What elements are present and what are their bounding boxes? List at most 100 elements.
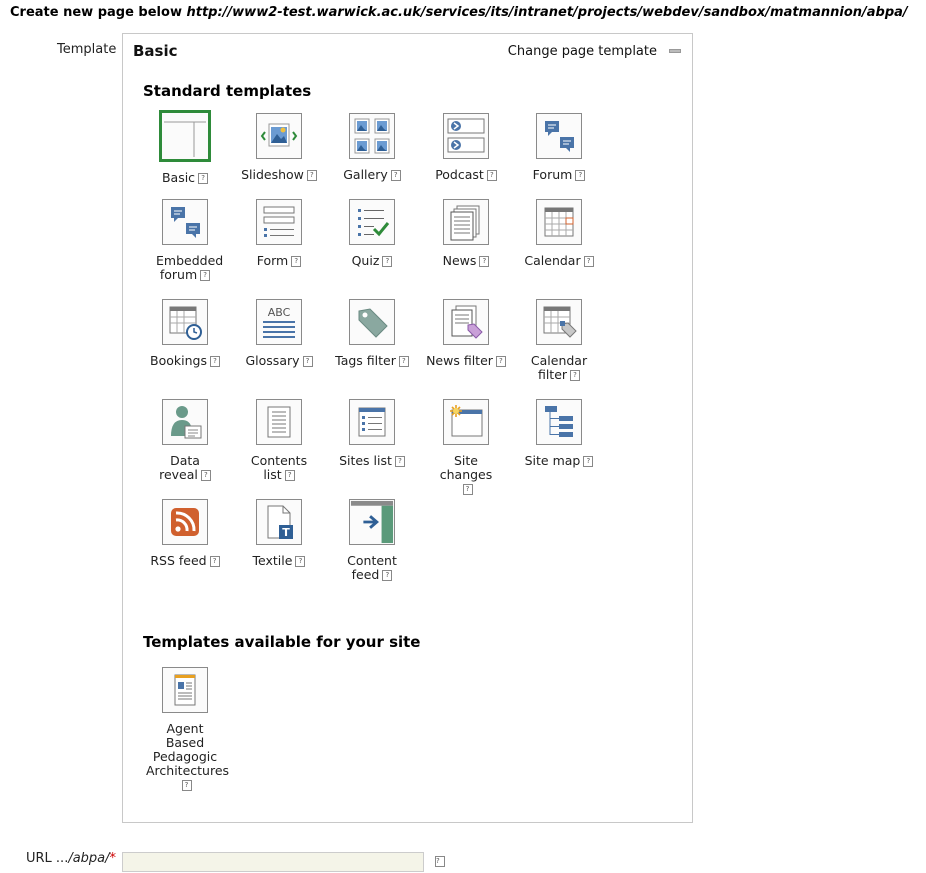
template-label-text: Site map	[524, 453, 581, 468]
collapse-icon[interactable]	[669, 49, 681, 53]
template-label-text: Tags filter	[335, 353, 396, 368]
template-option-label: Tags filter?	[325, 354, 419, 368]
template-option-label: Gallery?	[325, 168, 419, 182]
rss-feed-icon[interactable]	[162, 499, 208, 545]
template-label-text: Site changes	[439, 453, 493, 482]
textile-icon[interactable]: T	[256, 499, 302, 545]
template-option-label: Calendar?	[512, 254, 606, 268]
template-option-label: Agent Based Pedagogic Architectures?	[138, 722, 232, 792]
help-icon[interactable]: ?	[570, 370, 581, 381]
news-filter-icon[interactable]	[443, 299, 489, 345]
template-option[interactable]: Data reveal?	[138, 399, 232, 482]
embedded-forum-icon[interactable]	[162, 199, 208, 245]
help-icon[interactable]: ?	[198, 173, 209, 184]
required-mark: *	[109, 851, 117, 866]
help-icon[interactable]: ?	[291, 256, 302, 267]
template-option[interactable]: ABC Glossary?	[232, 299, 326, 368]
help-icon[interactable]: ?	[209, 356, 220, 367]
help-icon[interactable]: ?	[398, 356, 409, 367]
template-option[interactable]: News?	[419, 199, 513, 268]
news-icon[interactable]	[443, 199, 489, 245]
help-icon[interactable]: ?	[583, 256, 594, 267]
template-label-text: RSS feed	[150, 553, 207, 568]
template-option-label: RSS feed?	[138, 554, 232, 568]
bookings-icon[interactable]	[162, 299, 208, 345]
calendar-icon[interactable]	[536, 199, 582, 245]
help-icon[interactable]: ?	[495, 356, 506, 367]
help-icon[interactable]: ?	[295, 556, 306, 567]
site-template-icon[interactable]	[162, 667, 208, 713]
help-icon[interactable]: ?	[575, 170, 586, 181]
template-option-label: Quiz?	[325, 254, 419, 268]
content-feed-icon[interactable]	[349, 499, 395, 545]
help-icon[interactable]: ?	[302, 356, 313, 367]
template-option[interactable]: Bookings?	[138, 299, 232, 368]
template-option-label: Form?	[232, 254, 326, 268]
help-icon[interactable]: ?	[462, 484, 473, 495]
template-option[interactable]: Embedded forum?	[138, 199, 232, 282]
url-input[interactable]	[122, 852, 424, 872]
url-label: URL .../abpa/*	[26, 851, 117, 866]
quiz-icon[interactable]	[349, 199, 395, 245]
help-icon[interactable]: ?	[284, 470, 295, 481]
template-label-text: Form	[256, 253, 289, 268]
help-icon[interactable]: ?	[583, 456, 594, 467]
help-icon[interactable]: ?	[306, 170, 317, 181]
template-label-text: Embedded forum	[156, 253, 224, 282]
template-option-label: Site changes?	[419, 454, 513, 496]
template-label-text: Gallery	[343, 167, 388, 182]
template-option[interactable]: RSS feed?	[138, 499, 232, 568]
template-option-label: News?	[419, 254, 513, 268]
template-option-label: Textile?	[232, 554, 326, 568]
calendar-filter-icon[interactable]	[536, 299, 582, 345]
help-icon[interactable]: ?	[382, 570, 393, 581]
template-option[interactable]: Calendar?	[512, 199, 606, 268]
template-option[interactable]: Sites list?	[325, 399, 419, 468]
template-option[interactable]: Tags filter?	[325, 299, 419, 368]
template-option[interactable]: Site map?	[512, 399, 606, 468]
url-help-icon[interactable]: ?	[435, 856, 445, 867]
template-option[interactable]: News filter?	[419, 299, 513, 368]
help-icon[interactable]: ?	[479, 256, 490, 267]
site-changes-icon[interactable]	[443, 399, 489, 445]
podcast-icon[interactable]	[443, 113, 489, 159]
template-option[interactable]: Slideshow?	[232, 113, 326, 182]
template-option[interactable]: Form?	[232, 199, 326, 268]
template-option[interactable]: Basic?	[138, 110, 232, 185]
template-option[interactable]: Site changes?	[419, 399, 513, 496]
heading-url: http://www2-test.warwick.ac.uk/services/…	[186, 5, 908, 20]
help-icon[interactable]: ?	[181, 780, 192, 791]
change-template-link[interactable]: Change page template	[508, 44, 657, 59]
template-option[interactable]: Agent Based Pedagogic Architectures?	[138, 667, 232, 792]
help-icon[interactable]: ?	[394, 456, 405, 467]
template-option[interactable]: T Textile?	[232, 499, 326, 568]
template-option[interactable]: Contents list?	[232, 399, 326, 482]
template-label-text: Data reveal	[159, 453, 200, 482]
slideshow-icon[interactable]	[256, 113, 302, 159]
help-icon[interactable]: ?	[382, 256, 393, 267]
form-icon[interactable]	[256, 199, 302, 245]
template-option[interactable]: Calendar filter?	[512, 299, 606, 382]
glossary-icon[interactable]: ABC	[256, 299, 302, 345]
forum-icon[interactable]	[536, 113, 582, 159]
template-option[interactable]: Podcast?	[419, 113, 513, 182]
template-option[interactable]: Forum?	[512, 113, 606, 182]
tags-filter-icon[interactable]	[349, 299, 395, 345]
template-option-label: Glossary?	[232, 354, 326, 368]
template-option[interactable]: Quiz?	[325, 199, 419, 268]
template-label-text: Quiz	[351, 253, 380, 268]
help-icon[interactable]: ?	[390, 170, 401, 181]
site-map-icon[interactable]	[536, 399, 582, 445]
help-icon[interactable]: ?	[200, 270, 211, 281]
contents-list-icon[interactable]	[256, 399, 302, 445]
template-option[interactable]: Gallery?	[325, 113, 419, 182]
help-icon[interactable]: ?	[486, 170, 497, 181]
gallery-icon[interactable]	[349, 113, 395, 159]
template-label-text: Basic	[161, 170, 196, 185]
help-icon[interactable]: ?	[200, 470, 211, 481]
basic-layout-icon[interactable]	[159, 110, 211, 162]
template-option[interactable]: Content feed?	[325, 499, 419, 582]
help-icon[interactable]: ?	[209, 556, 220, 567]
sites-list-icon[interactable]	[349, 399, 395, 445]
data-reveal-icon[interactable]	[162, 399, 208, 445]
